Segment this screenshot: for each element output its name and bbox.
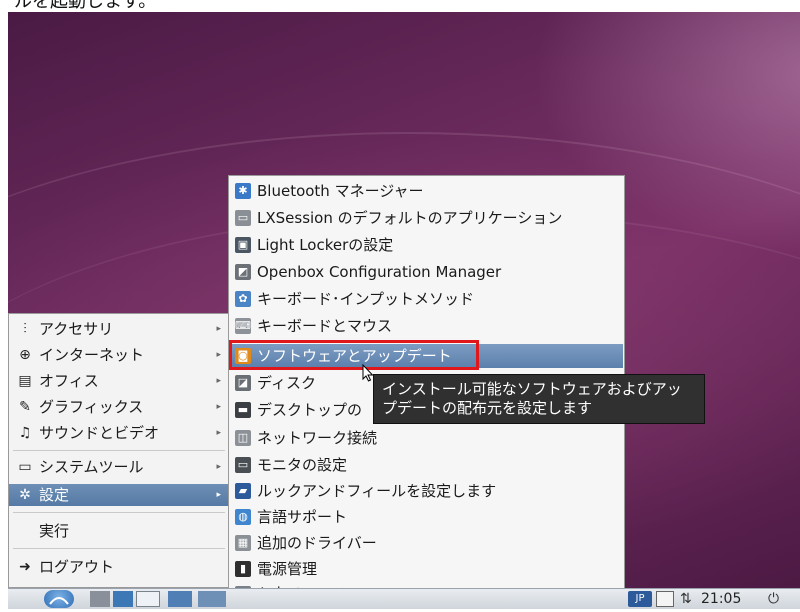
chevron-right-icon: ▸ — [216, 324, 221, 334]
submenu-item-openbox[interactable]: ◩ Openbox Configuration Manager — [230, 260, 623, 284]
monitor-lock-icon: ▣ — [235, 237, 251, 253]
chevron-right-icon: ▸ — [216, 376, 221, 386]
keyboard-icon[interactable] — [656, 591, 674, 607]
disk-icon: ◪ — [235, 375, 251, 391]
submenu-item-bluetooth[interactable]: ✱ Bluetooth マネージャー — [230, 179, 623, 203]
globe-icon: ⊕ — [19, 347, 31, 363]
submenu-item-keyboard-input[interactable]: ✿ キーボード･インプットメソッド — [230, 287, 623, 311]
menu-separator — [13, 548, 225, 549]
menu-item-run[interactable]: 実行 — [9, 520, 229, 542]
mouse-cursor-icon — [362, 364, 374, 382]
tooltip: インストール可能なソフトウェアおよびアッ プデートの配布元を設定します — [373, 374, 705, 424]
menu-item-label: サウンドとビデオ — [39, 424, 160, 442]
menu-item-logout[interactable]: ➜ ログアウト — [9, 556, 229, 578]
tooltip-line: インストール可能なソフトウェアおよびアッ — [382, 380, 682, 398]
submenu-item-label: Light Lockerの設定 — [257, 236, 394, 254]
openbox-icon: ◩ — [235, 264, 251, 280]
submenu-item-label: Bluetooth マネージャー — [257, 182, 424, 200]
submenu-item-appearance[interactable]: ▰ ルックアンドフィールを設定します — [230, 479, 623, 503]
submenu-item-monitor[interactable]: ▭ モニタの設定 — [230, 453, 623, 477]
sound-video-icon: ♫ — [18, 425, 32, 441]
desktop-icon: ▬ — [235, 402, 251, 418]
menu-item-label: ログアウト — [39, 558, 115, 576]
settings-icon: ✲ — [19, 487, 31, 503]
taskbar: JP ⇅ 21:05 ⏻ — [8, 588, 800, 609]
menu-item-sound-video[interactable]: ♫ サウンドとビデオ ▸ — [9, 422, 229, 444]
network-updown-icon[interactable]: ⇅ — [680, 591, 696, 607]
language-icon: ◍ — [235, 509, 251, 525]
menu-separator — [13, 450, 225, 451]
submenu-item-label: ルックアンドフィールを設定します — [257, 482, 497, 500]
submenu-item-label: 追加のドライバー — [257, 534, 377, 552]
submenu-item-light-locker[interactable]: ▣ Light Lockerの設定 — [230, 233, 623, 257]
start-menu-button[interactable] — [44, 590, 74, 608]
submenu-item-label: 言語サポート — [257, 508, 348, 526]
submenu-item-label: Openbox Configuration Manager — [257, 263, 502, 281]
office-icon: ▤ — [18, 373, 32, 389]
power-icon[interactable]: ⏻ — [768, 591, 784, 607]
top-strip: ルを起動します。 — [0, 0, 800, 12]
menu-item-label: インターネット — [39, 346, 145, 364]
submenu-item-lxsession[interactable]: ▭ LXSession のデフォルトのアプリケーション — [230, 206, 623, 230]
keyboard-gear-icon: ✿ — [235, 291, 251, 307]
submenu-item-label: ディスク — [257, 374, 316, 392]
menu-item-accessories[interactable]: ⫶ アクセサリ ▸ — [9, 318, 229, 340]
file-manager-button[interactable] — [90, 591, 110, 607]
top-caption: ルを起動します。 — [14, 0, 157, 12]
menu-item-label: 設定 — [39, 486, 70, 504]
power-manager-icon: ▮ — [235, 561, 251, 577]
monitor-icon: ▭ — [235, 457, 251, 473]
menu-item-settings[interactable]: ✲ 設定 ▸ — [9, 484, 229, 506]
submenu-item-keyboard-mouse[interactable]: ⌨ キーボードとマウス — [230, 314, 623, 338]
annotation-highlight-box — [229, 340, 479, 370]
logout-icon: ➜ — [19, 559, 31, 575]
submenu-item-label: 電源管理 — [257, 560, 318, 578]
submenu-item-label: キーボードとマウス — [257, 317, 393, 335]
menu-item-label: 実行 — [39, 522, 70, 540]
chevron-right-icon: ▸ — [216, 490, 221, 500]
keyboard-layout-indicator[interactable]: JP — [628, 591, 652, 607]
taskbar-window-button[interactable] — [198, 591, 226, 607]
submenu-item-power[interactable]: ▮ 電源管理 — [230, 557, 623, 581]
chevron-right-icon: ▸ — [216, 350, 221, 360]
clock[interactable]: 21:05 — [701, 590, 741, 608]
window-button[interactable] — [136, 591, 160, 607]
menu-item-label: オフィス — [39, 372, 99, 390]
menu-item-system-tools[interactable]: ▭ システムツール ▸ — [9, 456, 229, 478]
appearance-icon: ▰ — [235, 483, 251, 499]
tooltip-line: プデートの配布元を設定します — [382, 399, 593, 417]
accessories-icon: ⫶ — [23, 321, 27, 337]
submenu-item-language[interactable]: ◍ 言語サポート — [230, 505, 623, 529]
chevron-right-icon: ▸ — [216, 428, 221, 438]
start-logo-icon — [49, 597, 69, 605]
menu-item-office[interactable]: ▤ オフィス ▸ — [9, 370, 229, 392]
chevron-right-icon: ▸ — [216, 462, 221, 472]
submenu-item-label: モニタの設定 — [257, 456, 348, 474]
drivers-icon: ▦ — [235, 535, 251, 551]
menu-item-graphics[interactable]: ✎ グラフィックス ▸ — [9, 396, 229, 418]
submenu-item-label: キーボード･インプットメソッド — [257, 290, 475, 308]
menu-item-label: システムツール — [39, 458, 144, 476]
menu-item-label: アクセサリ — [39, 320, 114, 338]
menu-separator — [13, 512, 225, 513]
main-menu: ⫶ アクセサリ ▸ ⊕ インターネット ▸ ▤ オフィス ▸ ✎ グラフィックス… — [8, 313, 230, 588]
system-tools-icon: ▭ — [18, 459, 32, 475]
network-icon: ◫ — [235, 430, 251, 446]
lxsession-icon: ▭ — [235, 210, 251, 226]
chevron-right-icon: ▸ — [216, 402, 221, 412]
menu-item-internet[interactable]: ⊕ インターネット ▸ — [9, 344, 229, 366]
submenu-item-network[interactable]: ◫ ネットワーク接続 — [230, 426, 623, 450]
submenu-item-label: ネットワーク接続 — [257, 429, 378, 447]
desktop-button[interactable] — [168, 591, 192, 607]
submenu-item-label: LXSession のデフォルトのアプリケーション — [257, 209, 563, 227]
submenu-item-drivers[interactable]: ▦ 追加のドライバー — [230, 531, 623, 555]
keyboard-mouse-icon: ⌨ — [235, 318, 251, 334]
workspace-switcher-button[interactable] — [113, 591, 133, 607]
menu-item-label: グラフィックス — [39, 398, 144, 416]
bluetooth-icon: ✱ — [235, 183, 251, 199]
graphics-icon: ✎ — [19, 399, 31, 415]
submenu-item-label: デスクトップの — [257, 401, 363, 419]
